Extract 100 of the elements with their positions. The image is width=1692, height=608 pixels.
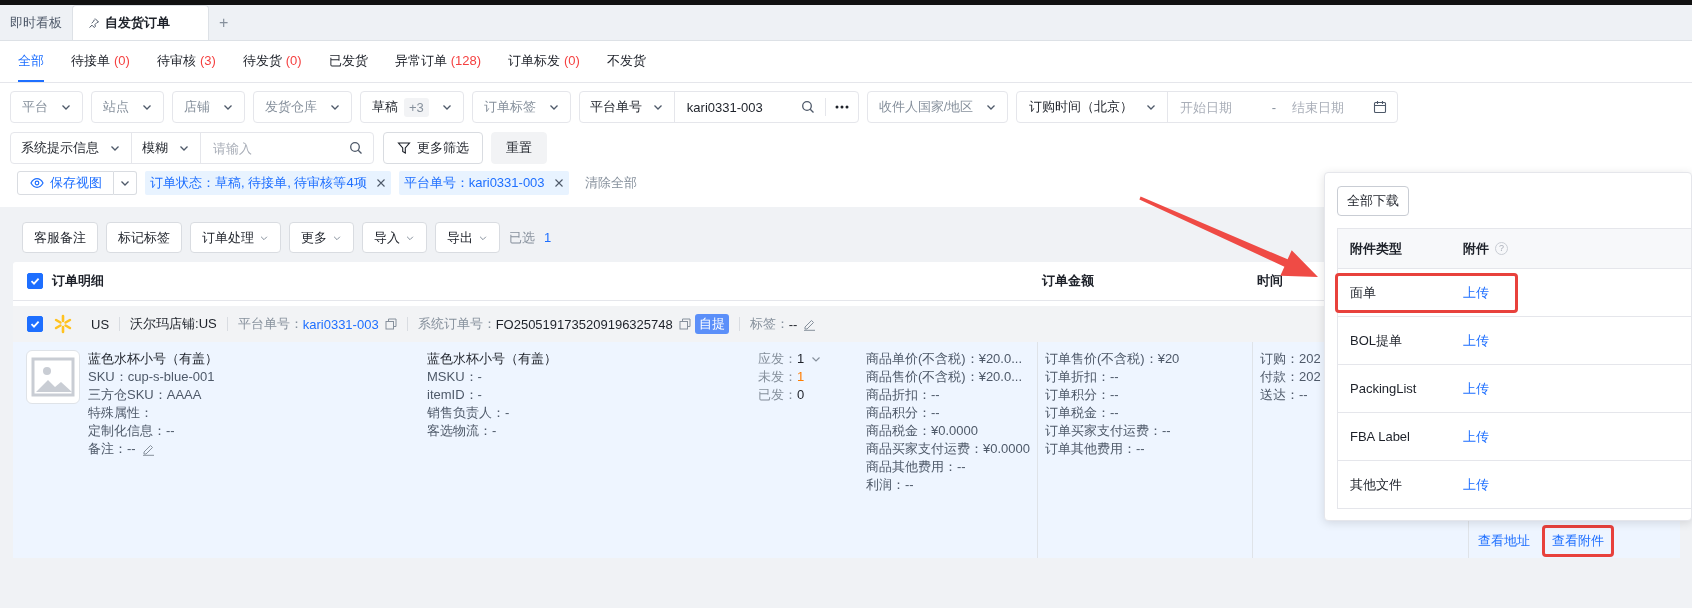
upload-link[interactable]: 上传: [1463, 331, 1489, 350]
filter-chip[interactable]: 平台单号：kari0331-003: [398, 171, 569, 195]
detail-line: 订单其他费用：--: [1045, 440, 1145, 458]
attachment-type: PackingList: [1349, 381, 1418, 396]
field-select[interactable]: 平台单号: [579, 92, 675, 122]
start-date-field[interactable]: 开始日期: [1180, 99, 1256, 115]
checkbox[interactable]: [27, 273, 43, 289]
reset-button[interactable]: 重置: [491, 132, 547, 164]
quantity-value: 0: [797, 386, 805, 404]
quantity-value: 1: [797, 350, 805, 368]
detail-line: 订单售价(不含税)：¥20: [1045, 350, 1180, 368]
detail-line: 订单折扣：--: [1045, 368, 1119, 386]
clear-all-link[interactable]: 清除全部: [584, 174, 637, 192]
detail-line: 客选物流：-: [427, 422, 497, 440]
attachment-type: BOL提单: [1349, 331, 1403, 350]
toolbar-button[interactable]: 导出: [435, 222, 500, 253]
status-tab[interactable]: 异常订单 (128): [394, 41, 482, 82]
status-tab[interactable]: 待接单 (0): [71, 41, 130, 82]
more-filters-button[interactable]: 更多筛选: [383, 132, 483, 164]
toolbar-button[interactable]: 更多: [289, 222, 354, 253]
workspace-tab[interactable]: 即时看板: [0, 5, 72, 40]
field-select[interactable]: 系统提示信息: [11, 133, 132, 163]
field-label: 标签：: [749, 315, 789, 333]
detail-line: 销售负责人：-: [427, 404, 510, 422]
detail-line: 送达：--: [1260, 386, 1308, 404]
search-field[interactable]: kari0331-003: [686, 99, 801, 115]
detail-line: 备注：--: [88, 440, 136, 458]
filter-select[interactable]: 站点: [91, 91, 164, 123]
action-link[interactable]: 查看地址: [1468, 525, 1540, 557]
action-link[interactable]: 查看附件: [1542, 525, 1614, 557]
upload-link[interactable]: 上传: [1463, 379, 1489, 398]
toolbar-button[interactable]: 客服备注: [22, 222, 98, 253]
spark-icon: [53, 314, 73, 334]
status-tab[interactable]: 待发货 (0): [242, 41, 302, 82]
eye-icon: [30, 176, 44, 190]
detail-line: 订单买家支付运费：--: [1045, 422, 1171, 440]
close-icon[interactable]: [553, 178, 564, 188]
upload-link[interactable]: 上传: [1463, 427, 1489, 446]
detail-line: 订购：202: [1260, 350, 1321, 368]
edit-icon[interactable]: [803, 317, 817, 331]
filter-select[interactable]: 草稿 +3: [360, 91, 464, 123]
range-separator: -: [1270, 99, 1278, 115]
upload-link[interactable]: 上传: [1463, 283, 1489, 302]
attachment-type: 其他文件: [1349, 475, 1403, 494]
status-tab[interactable]: 不发货: [606, 41, 646, 82]
search-icon: [349, 141, 363, 155]
filter-icon: [397, 141, 411, 155]
tag-value: --: [788, 316, 798, 332]
filter-select[interactable]: 平台: [10, 91, 83, 123]
detail-line: 利润：--: [866, 476, 914, 494]
attachment-type: 面单: [1349, 283, 1377, 302]
field-label: 应发：: [758, 350, 797, 368]
status-tab[interactable]: 待审核 (3): [156, 41, 216, 82]
system-order-number: FO2505191735209196325748: [495, 316, 673, 332]
close-icon[interactable]: [375, 178, 386, 188]
product-name: 蓝色水杯小号（有盖）: [427, 350, 558, 368]
detail-line: MSKU：-: [427, 368, 482, 386]
column-header: 订单金额: [1042, 272, 1094, 290]
column-header: 附件类型: [1349, 239, 1403, 258]
field-select[interactable]: 订购时间（北京）: [1017, 92, 1169, 122]
selected-count: 1: [544, 230, 552, 245]
detail-line: 商品税金：¥0.0000: [866, 422, 978, 440]
detail-line: 商品其他费用：--: [866, 458, 966, 476]
checkmark-icon: [29, 275, 41, 287]
toolbar-button[interactable]: 订单处理: [190, 222, 281, 253]
end-date-field[interactable]: 结束日期: [1292, 99, 1368, 115]
detail-line: 特殊属性：: [88, 404, 153, 422]
workspace-tab[interactable]: 自发货订单: [72, 5, 209, 40]
column-header: 附件: [1463, 239, 1489, 258]
status-tab[interactable]: 订单标发 (0): [508, 41, 580, 82]
detail-line: 订单税金：--: [1045, 404, 1119, 422]
toolbar-button[interactable]: 导入: [362, 222, 427, 253]
field-label: 未发：: [758, 368, 797, 386]
copy-icon[interactable]: [678, 318, 691, 330]
dropdown-button[interactable]: [114, 171, 137, 195]
checkbox[interactable]: [27, 316, 43, 332]
detail-line: 商品售价(不含税)：¥20.0...: [866, 368, 1023, 386]
detail-line: itemID：-: [427, 386, 482, 404]
toolbar-button[interactable]: 标记标签: [106, 222, 182, 253]
pickup-badge: 自提: [694, 314, 729, 334]
field-label: 系统订单号：: [417, 315, 496, 333]
status-tab[interactable]: 已发货: [328, 41, 368, 82]
field-label: 平台单号：: [237, 315, 303, 333]
detail-line: SKU：cup-s-blue-001: [88, 368, 215, 386]
search-icon: [800, 100, 815, 114]
download-all-button[interactable]: 全部下载: [1337, 186, 1409, 216]
upload-link[interactable]: 上传: [1463, 475, 1489, 494]
order-number-link[interactable]: kari0331-003: [302, 316, 379, 332]
match-mode-select[interactable]: 模糊: [132, 133, 201, 163]
product-name: 蓝色水杯小号（有盖）: [88, 350, 218, 368]
calendar-icon: [1373, 100, 1388, 114]
copy-icon[interactable]: [384, 318, 397, 330]
edit-icon[interactable]: [141, 442, 155, 456]
detail-line: 付款：202: [1260, 368, 1321, 386]
store-name: 沃尔玛店铺:US: [130, 315, 217, 333]
filter-chip[interactable]: 订单状态：草稿, 待接单, 待审核等4项: [145, 171, 391, 195]
search-field[interactable]: 请输入: [213, 140, 349, 156]
detail-line: 三方仓SKU：AAAA: [88, 386, 202, 404]
save-view-button[interactable]: 保存视图: [17, 171, 114, 195]
selected-label: 已选: [509, 228, 535, 247]
